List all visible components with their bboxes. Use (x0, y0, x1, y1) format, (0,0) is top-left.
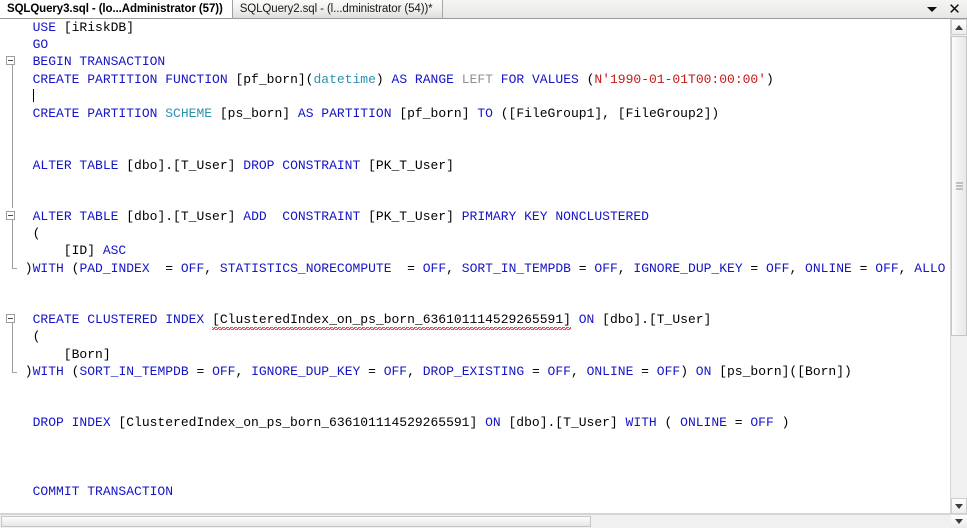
code-line[interactable]: CREATE PARTITION SCHEME [ps_born] AS PAR… (17, 105, 950, 122)
fold-guide-line (12, 122, 13, 140)
code-line[interactable] (17, 174, 950, 191)
editor-tab-strip: SQLQuery3.sql - (lo...Administrator (57)… (0, 0, 967, 19)
code-line[interactable]: ( (17, 328, 950, 345)
syntax-error-underline: [ClusteredIndex_on_ps_born_6361011145292… (212, 312, 571, 331)
code-line[interactable]: CREATE PARTITION FUNCTION [pf_born](date… (17, 71, 950, 88)
code-line[interactable]: BEGIN TRANSACTION (17, 53, 950, 70)
code-line[interactable] (17, 432, 950, 449)
code-line[interactable] (17, 466, 950, 483)
sqlbrowser-window: SQLQuery3.sql - (lo...Administrator (57)… (0, 0, 967, 528)
code-line[interactable]: ( (17, 225, 950, 242)
code-line[interactable]: [Born] (17, 346, 950, 363)
code-line[interactable] (17, 380, 950, 397)
tab-strip-filler (442, 0, 924, 18)
fold-guide-line (12, 70, 13, 88)
fold-collapse-icon[interactable] (6, 56, 15, 66)
code-line[interactable]: )WITH (SORT_IN_TEMPDB = OFF, IGNORE_DUP_… (17, 363, 950, 380)
code-line[interactable] (17, 88, 950, 105)
tab-sqlquery3[interactable]: SQLQuery3.sql - (lo...Administrator (57)… (0, 0, 233, 18)
code-line[interactable]: ALTER TABLE [dbo].[T_User] DROP CONSTRAI… (17, 157, 950, 174)
fold-collapse-icon[interactable] (6, 211, 15, 221)
fold-guide-line (12, 173, 13, 191)
code-line[interactable] (17, 122, 950, 139)
tab-strip-controls: ✕ (924, 0, 967, 18)
code-line[interactable] (17, 294, 950, 311)
fold-guide-line (12, 242, 13, 260)
fold-guide-line (12, 363, 13, 372)
fold-guide-line (12, 87, 13, 105)
tab-label: SQLQuery2.sql - (l...dministrator (54))* (239, 3, 433, 15)
arrow-down-icon[interactable] (951, 498, 967, 514)
fold-guide-line (12, 225, 13, 243)
query-editor-pane[interactable]: USE [iRiskDB] GO BEGIN TRANSACTION CREAT… (0, 19, 967, 528)
vertical-scrollbar-thumb[interactable] (951, 36, 967, 336)
fold-collapse-icon[interactable] (6, 314, 15, 324)
fold-guide-line (12, 259, 13, 269)
horizontal-scrollbar[interactable] (0, 514, 967, 528)
close-icon[interactable]: ✕ (947, 1, 962, 17)
fold-guide-line (12, 345, 13, 363)
code-line[interactable]: CREATE CLUSTERED INDEX [ClusteredIndex_o… (17, 311, 950, 331)
fold-guide-line (12, 156, 13, 174)
code-line[interactable]: USE [iRiskDB] (17, 19, 950, 36)
code-line[interactable] (17, 397, 950, 414)
tab-sqlquery2[interactable]: SQLQuery2.sql - (l...dministrator (54))* (232, 0, 443, 18)
tab-label: SQLQuery3.sql - (lo...Administrator (57)… (7, 2, 223, 15)
code-line[interactable]: DROP INDEX [ClusteredIndex_on_ps_born_63… (17, 414, 950, 431)
scrollbar-grip-icon (956, 182, 963, 190)
chevron-down-icon[interactable] (924, 2, 939, 17)
sql-code-area[interactable]: USE [iRiskDB] GO BEGIN TRANSACTION CREAT… (17, 19, 950, 516)
horizontal-scrollbar-thumb[interactable] (1, 516, 591, 527)
editor-fold-gutter[interactable] (0, 19, 17, 516)
code-line[interactable]: ALTER TABLE [dbo].[T_User] ADD CONSTRAIN… (17, 208, 950, 225)
arrow-up-icon[interactable] (951, 19, 967, 35)
code-line[interactable] (17, 139, 950, 156)
code-line[interactable]: GO (17, 36, 950, 53)
code-line[interactable] (17, 449, 950, 466)
arrow-right-icon[interactable] (951, 515, 967, 528)
code-line[interactable]: [ID] ASC (17, 242, 950, 259)
vertical-scrollbar[interactable] (950, 19, 967, 514)
fold-guide-line (12, 105, 13, 123)
fold-guide-line (12, 139, 13, 157)
text-cursor (32, 88, 34, 102)
code-line[interactable]: )WITH (PAD_INDEX = OFF, STATISTICS_NOREC… (17, 260, 950, 277)
code-line[interactable] (17, 191, 950, 208)
fold-guide-line (12, 191, 13, 209)
fold-guide-line (12, 328, 13, 346)
code-line[interactable] (17, 277, 950, 294)
code-line[interactable]: COMMIT TRANSACTION (17, 483, 950, 500)
